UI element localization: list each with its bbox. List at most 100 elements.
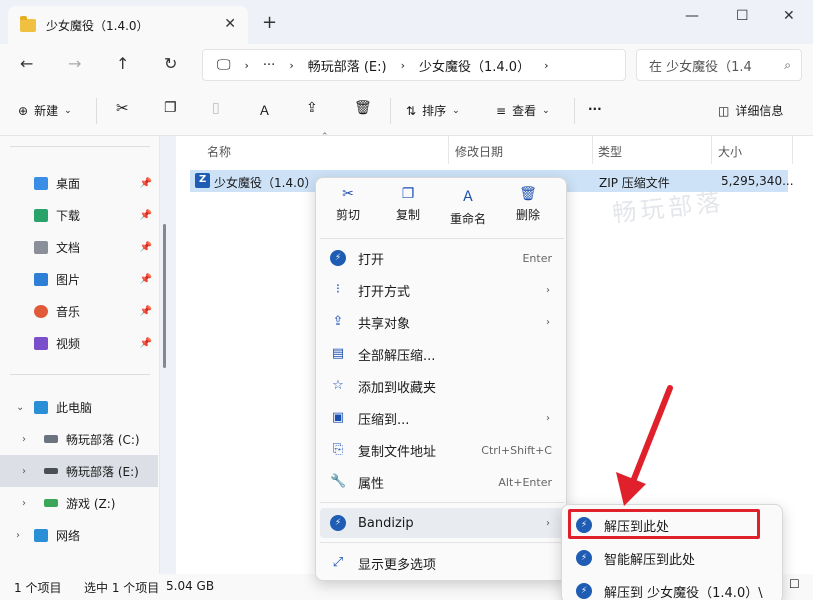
menu-item-label: Bandizip bbox=[358, 515, 414, 531]
file-size: 5,295,340... bbox=[721, 174, 794, 188]
column-header-name[interactable]: 名称 bbox=[207, 143, 231, 160]
pin-icon: 📌 bbox=[139, 337, 152, 349]
context-rename-button[interactable]: Ａ 重命名 bbox=[440, 186, 496, 232]
sidebar-item-music[interactable]: 音乐 📌 bbox=[0, 295, 158, 327]
forward-button[interactable]: → bbox=[68, 54, 81, 73]
menu-item-open[interactable]: ⚡ 打开 Enter bbox=[320, 243, 564, 273]
sidebar-item-drive-z[interactable]: › 游戏 (Z:) bbox=[0, 487, 158, 519]
view-button[interactable]: ≡ 查看 ⌄ bbox=[496, 102, 550, 119]
menu-divider bbox=[320, 502, 564, 503]
details-label: 详细信息 bbox=[735, 104, 784, 118]
menu-item-open-with[interactable]: ⁝ 打开方式 › bbox=[320, 275, 564, 305]
chevron-down-icon[interactable]: ⌄ bbox=[16, 402, 24, 413]
chevron-right-icon: › bbox=[546, 284, 550, 296]
sidebar-scrollbar[interactable] bbox=[163, 224, 166, 368]
sidebar-item-desktop[interactable]: 桌面 📌 bbox=[0, 167, 158, 199]
column-divider[interactable] bbox=[448, 136, 449, 164]
menu-item-shortcut: Ctrl+Shift+C bbox=[481, 443, 552, 457]
music-icon bbox=[34, 304, 48, 318]
sidebar-item-label: 网络 bbox=[56, 528, 81, 543]
new-tab-button[interactable]: + bbox=[262, 12, 277, 33]
column-header-size[interactable]: 大小 bbox=[718, 143, 742, 160]
folder-icon bbox=[20, 15, 36, 32]
menu-item-extract-all[interactable]: ▤ 全部解压缩... bbox=[320, 339, 564, 369]
search-input[interactable]: 在 少女魔役（1.4 ⌕ bbox=[636, 49, 802, 81]
context-copy-button[interactable]: ❐ 复制 bbox=[380, 186, 436, 232]
sort-ascending-icon: ⌃ bbox=[321, 132, 329, 142]
paste-button[interactable]: ▯ bbox=[212, 100, 220, 116]
context-cut-button[interactable]: ✂ 剪切 bbox=[320, 186, 376, 232]
menu-item-compress-to[interactable]: ▣ 压缩到... › bbox=[320, 403, 564, 433]
close-window-button[interactable]: ✕ bbox=[783, 8, 795, 24]
chevron-right-icon[interactable]: › bbox=[544, 59, 548, 72]
column-divider[interactable] bbox=[711, 136, 712, 164]
chevron-right-icon[interactable]: › bbox=[22, 498, 26, 509]
context-delete-button[interactable]: 🗑 删除 bbox=[500, 186, 556, 232]
breadcrumb-more[interactable]: ··· bbox=[263, 58, 275, 73]
pin-icon: 📌 bbox=[139, 273, 152, 285]
column-divider[interactable] bbox=[592, 136, 593, 164]
network-drive-icon bbox=[44, 499, 58, 507]
sidebar-item-videos[interactable]: 视频 📌 bbox=[0, 327, 158, 359]
minimize-button[interactable]: — bbox=[685, 8, 699, 24]
chevron-right-icon[interactable]: › bbox=[245, 59, 249, 72]
pin-icon: 📌 bbox=[139, 241, 152, 253]
sidebar-item-label: 此电脑 bbox=[56, 400, 93, 415]
chevron-right-icon[interactable]: › bbox=[16, 530, 20, 541]
chevron-right-icon[interactable]: › bbox=[22, 466, 26, 477]
sidebar-item-drive-c[interactable]: › 畅玩部落 (C:) bbox=[0, 423, 158, 455]
chevron-right-icon[interactable]: › bbox=[289, 59, 293, 72]
column-header-modified[interactable]: 修改日期 bbox=[455, 143, 503, 160]
computer-icon[interactable]: 🖵 bbox=[217, 57, 231, 73]
chevron-right-icon[interactable]: › bbox=[401, 59, 405, 72]
sort-button[interactable]: ⇅ 排序 ⌄ bbox=[406, 102, 460, 119]
submenu-item-smart-extract[interactable]: ⚡ 智能解压到此处 bbox=[566, 544, 780, 572]
menu-item-more-options[interactable]: ⤢ 显示更多选项 bbox=[320, 548, 564, 578]
maximize-button[interactable]: ☐ bbox=[736, 8, 749, 24]
share-button[interactable]: ⇪ bbox=[306, 100, 318, 116]
details-pane-button[interactable]: ◫ 详细信息 bbox=[718, 102, 783, 119]
sidebar-item-pictures[interactable]: 图片 📌 bbox=[0, 263, 158, 295]
copy-button[interactable]: ❐ bbox=[164, 100, 177, 116]
back-button[interactable]: ← bbox=[20, 54, 33, 73]
pin-icon: 📌 bbox=[139, 305, 152, 317]
sidebar-item-network[interactable]: › 网络 bbox=[0, 519, 158, 551]
breadcrumb-folder[interactable]: 少女魔役（1.4.0） bbox=[419, 56, 530, 75]
menu-item-copy-path[interactable]: ⎘ 复制文件地址 Ctrl+Shift+C bbox=[320, 435, 564, 465]
menu-item-share[interactable]: ⇪ 共享对象 › bbox=[320, 307, 564, 337]
column-divider[interactable] bbox=[792, 136, 793, 164]
sidebar-item-this-pc[interactable]: ⌄ 此电脑 bbox=[0, 391, 158, 423]
rename-button[interactable]: Ａ bbox=[258, 100, 271, 119]
tab-current-folder[interactable]: 少女魔役（1.4.0） ✕ bbox=[8, 6, 248, 44]
more-button[interactable]: ··· bbox=[588, 102, 602, 116]
sidebar-item-label: 畅玩部落 (E:) bbox=[66, 464, 139, 479]
sidebar-item-documents[interactable]: 文档 📌 bbox=[0, 231, 158, 263]
sidebar-item-downloads[interactable]: 下载 📌 bbox=[0, 199, 158, 231]
sidebar-item-drive-e[interactable]: › 畅玩部落 (E:) bbox=[0, 455, 158, 487]
chevron-right-icon: › bbox=[546, 316, 550, 328]
chevron-right-icon[interactable]: › bbox=[22, 434, 26, 445]
menu-item-properties[interactable]: 🔧 属性 Alt+Enter bbox=[320, 467, 564, 497]
menu-item-label: 打开方式 bbox=[358, 284, 411, 300]
title-bar: 少女魔役（1.4.0） ✕ + — ☐ ✕ bbox=[0, 0, 813, 44]
view-icon: ≡ bbox=[496, 103, 507, 118]
breadcrumb-drive[interactable]: 畅玩部落 (E:) bbox=[308, 56, 387, 75]
sidebar-item-label: 桌面 bbox=[56, 176, 81, 191]
command-bar: ⊕ 新建 ⌄ ✂ ❐ ▯ Ａ ⇪ 🗑 ⇅ 排序 ⌄ ≡ 查看 ⌄ ··· ◫ 详… bbox=[0, 86, 813, 136]
new-button[interactable]: ⊕ 新建 ⌄ bbox=[18, 102, 72, 119]
resize-grip-icon[interactable]: ☐ bbox=[789, 577, 800, 591]
address-bar[interactable]: 🖵 › ··· › 畅玩部落 (E:) › 少女魔役（1.4.0） › bbox=[202, 49, 626, 81]
up-button[interactable]: ↑ bbox=[116, 54, 129, 73]
refresh-button[interactable]: ↻ bbox=[164, 54, 177, 73]
menu-item-add-favorite[interactable]: ☆ 添加到收藏夹 bbox=[320, 371, 564, 401]
submenu-item-extract-to-folder[interactable]: ⚡ 解压到 少女魔役（1.4.0）\ bbox=[566, 577, 780, 600]
toolbar-divider bbox=[574, 98, 575, 124]
picture-icon bbox=[34, 272, 48, 286]
column-header-type[interactable]: 类型 bbox=[598, 143, 622, 160]
delete-button[interactable]: 🗑 bbox=[354, 100, 372, 116]
sidebar-item-label: 文档 bbox=[56, 240, 81, 255]
menu-item-bandizip[interactable]: ⚡ Bandizip › bbox=[320, 508, 564, 538]
close-tab-icon[interactable]: ✕ bbox=[224, 16, 236, 32]
cut-button[interactable]: ✂ bbox=[116, 99, 129, 117]
copy-path-icon: ⎘ bbox=[332, 442, 344, 457]
